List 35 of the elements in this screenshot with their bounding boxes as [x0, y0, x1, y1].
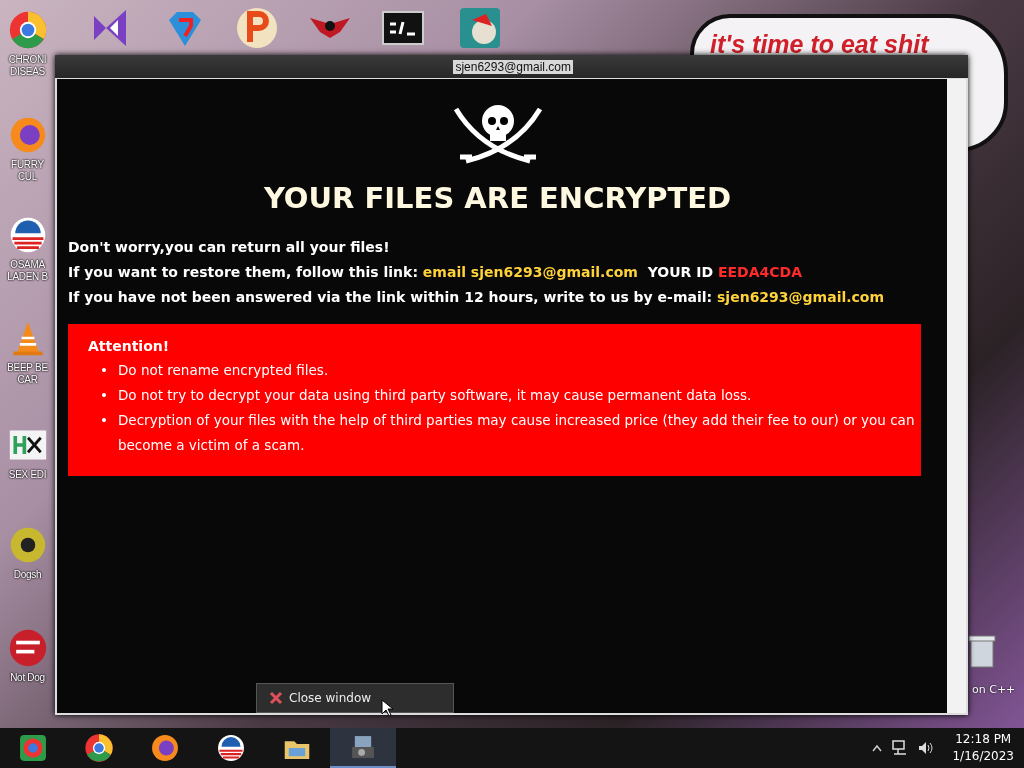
desktop-icon-label[interactable]: CHRONI DISEAS — [8, 54, 47, 78]
wallpaper-text: it's time to eat shit — [710, 30, 929, 59]
taskbar-app-icon[interactable] — [216, 733, 246, 763]
scrollbar[interactable] — [947, 79, 966, 713]
message-line: If you have not been answered via the link within 12 hours, write to us by e-mail: sjen6293@gmail.com — [68, 288, 886, 307]
clock-time: 12:18 PM — [955, 731, 1012, 748]
mouse-cursor-icon — [381, 699, 393, 717]
attention-item: Do not rename encrypted files. — [117, 361, 329, 380]
chevron-up-icon[interactable] — [872, 744, 883, 752]
desktop-icon-label[interactable]: Not Dog — [10, 672, 45, 684]
close-icon — [269, 691, 283, 705]
volume-icon[interactable] — [918, 740, 935, 756]
desktop-icon-label[interactable]: SEX EDI — [8, 469, 47, 481]
desktop-icon-label[interactable]: Dogsh — [13, 569, 42, 581]
desktop-icon-label[interactable]: OSAMA LADEN B — [7, 259, 48, 283]
attention-item: Decryption of your files with the help of third parties may cause increased price (they add their fee to our) or you can become a victim of a scam. — [117, 411, 916, 455]
bullet: • — [100, 411, 108, 430]
network-icon[interactable] — [892, 740, 909, 756]
clock-date: 1/16/2023 — [952, 748, 1014, 765]
attention-item: Do not try to decrypt your data using third party software, it may cause permanent data loss. — [117, 386, 752, 405]
attention-title: Attention! — [88, 338, 171, 354]
message-line: If you want to restore them, follow this link: email sjen6293@gmail.com YOUR ID EEDA4CDA — [68, 263, 803, 282]
desktop-icon-label[interactable]: on C++ — [972, 683, 1016, 696]
desktop-icon-label[interactable]: FURRY CUL — [1, 159, 54, 183]
bullet: • — [100, 361, 108, 380]
trash-bin-icon[interactable] — [968, 634, 996, 668]
clock[interactable]: 12:18 PM 1/16/2023 — [944, 731, 1014, 765]
desktop-icon-label[interactable]: BEEP BE CAR — [7, 362, 48, 386]
close-window-menu-item[interactable]: Close window — [256, 683, 454, 713]
bullet: • — [100, 386, 108, 405]
message-line: Don't worry,you can return all your files! — [68, 238, 391, 257]
taskbar-app-icon[interactable] — [84, 733, 114, 763]
window-title: sjen6293@gmail.com — [453, 59, 573, 74]
warning-heading: YOUR FILES ARE ENCRYPTED — [262, 181, 733, 215]
taskbar-app-icon[interactable] — [150, 733, 180, 763]
